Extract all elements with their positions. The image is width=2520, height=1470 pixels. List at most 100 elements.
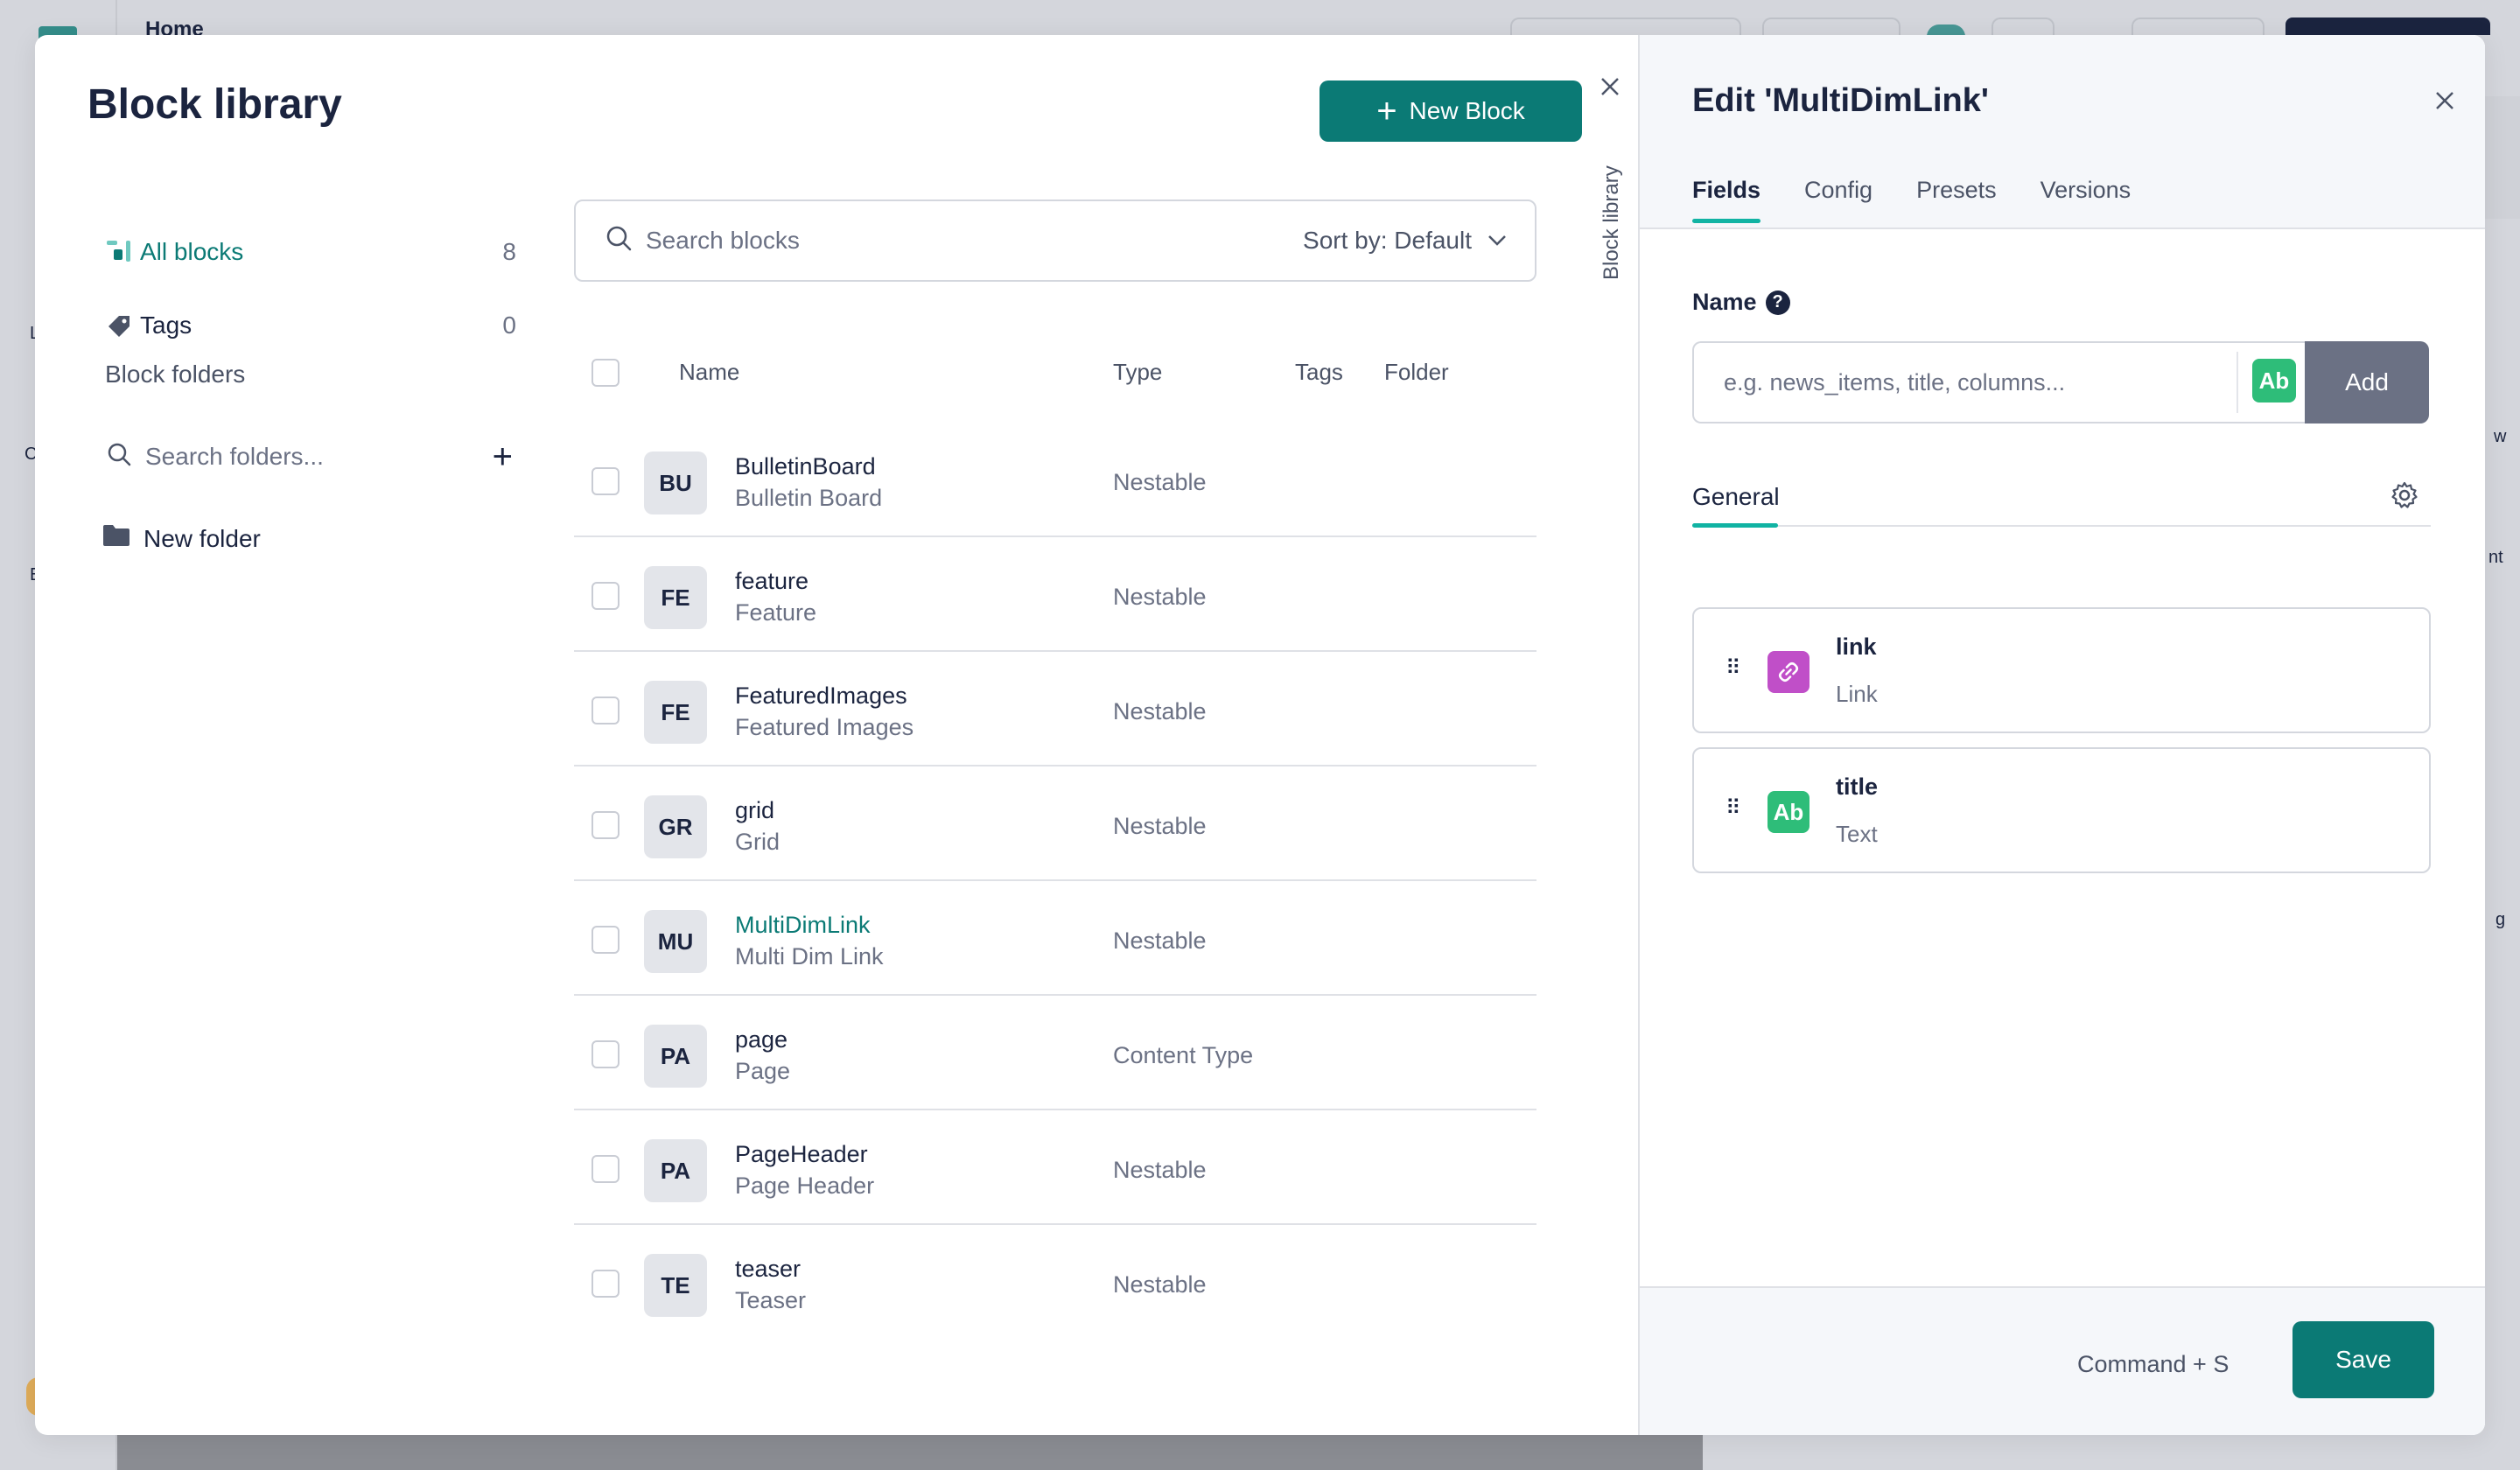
row-checkbox[interactable] xyxy=(592,467,620,495)
search-input[interactable]: Search blocks xyxy=(646,227,1303,255)
add-field-button[interactable]: Add xyxy=(2305,341,2429,424)
block-type: Nestable xyxy=(1113,469,1207,495)
block-avatar: MU xyxy=(644,910,707,973)
table-row[interactable]: PA page Page Content Type xyxy=(574,997,1536,1110)
row-checkbox[interactable] xyxy=(592,811,620,839)
row-checkbox[interactable] xyxy=(592,696,620,724)
folder-label: New folder xyxy=(144,524,261,552)
blocks-icon xyxy=(105,239,140,265)
block-type: Nestable xyxy=(1113,584,1207,610)
block-display-name: Grid xyxy=(735,829,780,855)
block-library-panel: Block library + New Block All blocks 8 T… xyxy=(35,35,1638,1435)
table-row[interactable]: GR grid Grid Nestable xyxy=(574,767,1536,881)
table-row[interactable]: BU BulletinBoard Bulletin Board Nestable xyxy=(574,424,1536,537)
sort-label: Sort by: Default xyxy=(1303,227,1472,254)
sidebar-item-all-blocks[interactable]: All blocks 8 xyxy=(105,233,516,271)
block-name: BulletinBoard xyxy=(735,453,876,480)
table-row[interactable]: PA PageHeader Page Header Nestable xyxy=(574,1111,1536,1225)
block-avatar: BU xyxy=(644,452,707,514)
block-display-name: Teaser xyxy=(735,1287,807,1313)
block-display-name: Featured Images xyxy=(735,714,914,740)
block-type: Content Type xyxy=(1113,1042,1254,1068)
divider xyxy=(2236,352,2238,413)
text-field-icon: Ab xyxy=(1768,791,1810,833)
folder-search-placeholder: Search folders... xyxy=(145,443,324,470)
name-field-label: Name ? xyxy=(1692,289,1790,316)
row-checkbox[interactable] xyxy=(592,1155,620,1183)
background-icon-pill xyxy=(1992,18,2054,35)
active-tab-indicator xyxy=(1692,523,1778,528)
divider xyxy=(1692,525,2431,527)
block-search-bar[interactable]: Search blocks Sort by: Default xyxy=(574,200,1536,282)
block-type: Nestable xyxy=(1113,698,1207,724)
block-type: Nestable xyxy=(1113,813,1207,839)
block-name: grid xyxy=(735,797,775,823)
save-shortcut-hint: Command + S xyxy=(2077,1351,2230,1377)
row-checkbox[interactable] xyxy=(592,926,620,954)
field-type: Link xyxy=(1836,681,1878,707)
folder-search-input[interactable]: Search folders... + xyxy=(105,438,516,476)
close-library-icon[interactable] xyxy=(1600,68,1620,105)
block-avatar: GR xyxy=(644,795,707,858)
sidebar-item-label: All blocks xyxy=(140,238,244,265)
link-icon xyxy=(1768,651,1810,693)
drag-handle-icon[interactable]: ⠿ xyxy=(1726,658,1741,679)
row-checkbox[interactable] xyxy=(592,1270,620,1298)
tab-general[interactable]: General xyxy=(1692,483,1780,511)
table-row[interactable]: FE feature Feature Nestable xyxy=(574,538,1536,652)
row-checkbox[interactable] xyxy=(592,582,620,610)
close-icon[interactable] xyxy=(2434,82,2455,119)
add-folder-icon[interactable]: + xyxy=(493,439,513,474)
column-header-tags[interactable]: Tags xyxy=(1295,359,1343,386)
row-checkbox[interactable] xyxy=(592,1040,620,1068)
block-name: teaser xyxy=(735,1256,802,1282)
block-name: feature xyxy=(735,568,809,594)
gear-icon[interactable] xyxy=(2389,480,2420,515)
vertical-tab-label: Block library xyxy=(1600,165,1623,280)
drag-handle-icon[interactable]: ⠿ xyxy=(1726,798,1741,819)
column-header-name[interactable]: Name xyxy=(679,359,739,386)
tag-icon xyxy=(105,312,140,339)
tab-config[interactable]: Config xyxy=(1804,177,1872,221)
column-header-type[interactable]: Type xyxy=(1113,359,1162,386)
field-card-title[interactable]: ⠿ Ab title Text xyxy=(1692,747,2431,873)
background-button-pill xyxy=(1762,18,1900,35)
table-header: Name Type Tags Folder xyxy=(574,350,1536,394)
block-display-name: Multi Dim Link xyxy=(735,943,884,970)
background-side-text: w xyxy=(2494,427,2507,446)
field-card-link[interactable]: ⠿ link Link xyxy=(1692,607,2431,733)
sort-dropdown[interactable]: Sort by: Default xyxy=(1303,227,1507,255)
edit-panel-title: Edit 'MultiDimLink' xyxy=(1692,82,1989,119)
edit-block-panel: Edit 'MultiDimLink' Fields Config Preset… xyxy=(1638,35,2485,1435)
search-icon xyxy=(105,440,133,474)
block-library-vertical-tab[interactable]: Block library xyxy=(1600,114,1634,280)
table-row[interactable]: TE teaser Teaser Nestable xyxy=(574,1226,1536,1340)
edit-tabs: Fields Config Presets Versions xyxy=(1692,177,2132,223)
block-avatar: TE xyxy=(644,1254,707,1317)
new-block-button[interactable]: + New Block xyxy=(1320,80,1582,142)
help-icon[interactable]: ? xyxy=(1765,290,1790,315)
field-name-input[interactable]: e.g. news_items, title, columns... xyxy=(1692,341,2305,424)
field-type-selector[interactable]: Ab xyxy=(2252,359,2296,402)
block-name: page xyxy=(735,1026,788,1053)
block-type: Nestable xyxy=(1113,928,1207,954)
tags-count: 0 xyxy=(502,312,516,339)
block-name: MultiDimLink xyxy=(735,912,871,938)
table-row[interactable]: FE FeaturedImages Featured Images Nestab… xyxy=(574,653,1536,766)
block-display-name: Feature xyxy=(735,599,817,626)
tab-presets[interactable]: Presets xyxy=(1916,177,1997,221)
field-name: link xyxy=(1836,634,1877,660)
column-header-folder[interactable]: Folder xyxy=(1384,359,1449,386)
tab-versions[interactable]: Versions xyxy=(2040,177,2132,221)
plus-icon: + xyxy=(1376,92,1397,130)
table-row-selected[interactable]: MU MultiDimLink Multi Dim Link Nestable xyxy=(574,882,1536,996)
folder-icon xyxy=(102,523,131,554)
select-all-checkbox[interactable] xyxy=(592,359,620,387)
folder-item-new-folder[interactable]: New folder xyxy=(102,523,261,554)
save-button[interactable]: Save xyxy=(2292,1321,2434,1398)
sidebar-item-tags[interactable]: Tags 0 xyxy=(105,306,516,345)
block-avatar: PA xyxy=(644,1139,707,1202)
page-title: Block library xyxy=(88,81,342,128)
tab-fields[interactable]: Fields xyxy=(1692,177,1761,223)
block-avatar: FE xyxy=(644,566,707,629)
